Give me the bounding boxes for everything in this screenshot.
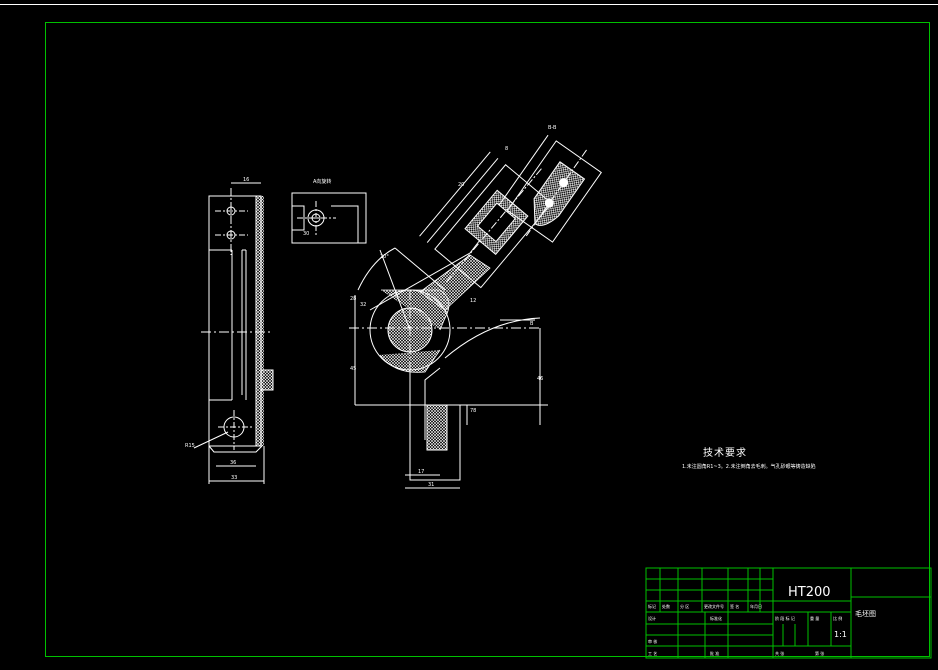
tb-cell-standard: 标准化 — [710, 615, 722, 621]
dim-20: 20 — [458, 182, 464, 188]
cad-drawing-canvas: 16 33 36 R15 30 45 46 78 28 32 17 31 20 … — [185, 134, 932, 659]
tb-cell-approve: 批 准 — [710, 650, 719, 656]
dim-45: 45 — [350, 366, 356, 372]
dim-r15: R15 — [185, 443, 195, 449]
dim-28: 28 — [350, 296, 356, 302]
dim-16: 16 — [243, 177, 249, 183]
dim-30: 30 — [303, 231, 309, 237]
main-view — [349, 239, 548, 489]
tb-cell-mark: 标记 — [648, 603, 656, 609]
section-b-b-label: B-B — [548, 125, 557, 131]
dim-12: 12 — [470, 298, 476, 304]
dim-8: 8 — [505, 146, 508, 152]
tb-cell-sheet: 第 张 — [815, 650, 824, 656]
dim-36: 36 — [230, 460, 236, 466]
left-side-view — [193, 182, 274, 484]
title-block-labels: 标记 处数 分 区 更改文件号 签 名 年月日 设计 标准化 阶 段 标 记 重… — [648, 603, 842, 656]
tb-cell-design: 设计 — [648, 615, 656, 621]
tb-cell-stage: 阶 段 标 记 — [775, 615, 795, 621]
tb-cell-sign: 签 名 — [730, 603, 739, 609]
view-a-label: A向旋转 — [313, 179, 332, 185]
technical-requirements-title: 技术要求 — [703, 448, 747, 459]
dim-17: 17 — [418, 469, 424, 475]
dim-32: 32 — [360, 302, 366, 308]
title-block-grid — [645, 567, 932, 659]
tb-cell-weight: 重 量 — [810, 615, 819, 621]
tb-cell-review: 审 核 — [648, 638, 657, 644]
dim-31: 31 — [428, 482, 434, 488]
drawing-name: 毛坯图 — [855, 610, 876, 618]
dimension-labels: 16 33 36 R15 30 45 46 78 28 32 17 31 20 … — [185, 146, 543, 488]
tb-cell-scale: 比 例 — [833, 615, 842, 621]
technical-requirements-notes: 1.未注圆角R1~3。2.未注倒角去毛刺。气孔砂眼等铸造缺陷 — [682, 464, 816, 470]
tb-cell-change: 更改文件号 — [704, 603, 724, 609]
material-label: HT200 — [788, 585, 831, 600]
tb-cell-total: 共 张 — [775, 650, 784, 656]
dim-78: 78 — [470, 408, 476, 414]
dim-33: 33 — [231, 475, 237, 481]
dim-46: 46 — [537, 376, 543, 382]
tb-cell-date: 年月日 — [750, 603, 762, 609]
dim-angle: 20° — [380, 254, 389, 260]
tb-cell-process: 工 艺 — [648, 651, 657, 656]
dim-b: B — [530, 321, 534, 327]
tb-cell-count: 处数 — [662, 603, 670, 609]
scale-value: 1:1 — [834, 630, 847, 639]
tb-cell-zone: 分 区 — [680, 603, 689, 609]
